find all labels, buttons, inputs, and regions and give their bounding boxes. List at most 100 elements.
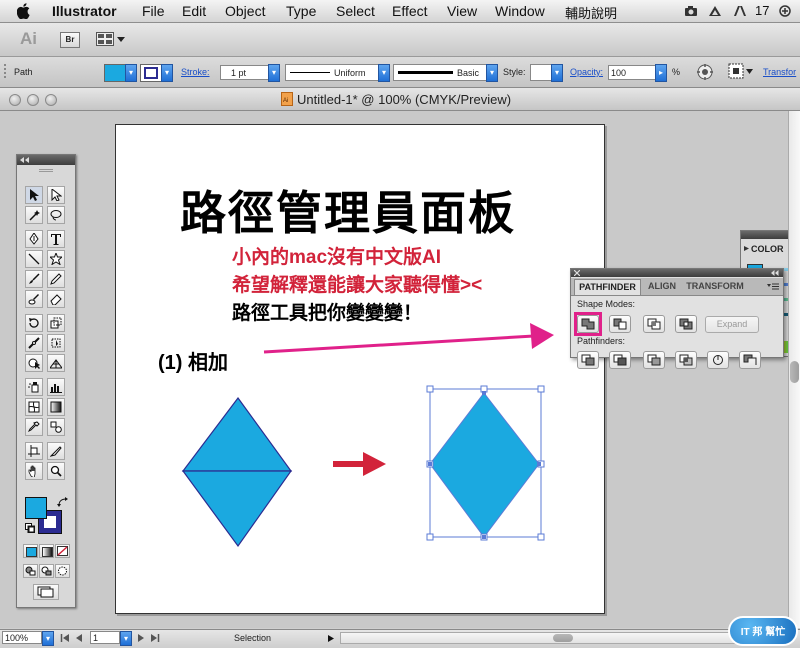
- horizontal-scroll-thumb[interactable]: [553, 634, 573, 642]
- blend-tool[interactable]: [47, 418, 65, 436]
- panel-collapse-icon[interactable]: [744, 246, 749, 251]
- close-window-button[interactable]: [9, 94, 21, 106]
- adobe-icon[interactable]: [733, 5, 747, 17]
- draw-inside-button[interactable]: [55, 564, 70, 578]
- next-artboard-icon[interactable]: [136, 633, 146, 643]
- selection-tool[interactable]: [25, 186, 43, 204]
- chevron-down-icon[interactable]: [117, 37, 125, 42]
- gradient-mode-button[interactable]: [39, 544, 54, 558]
- app-name-menu[interactable]: Illustrator: [52, 3, 117, 19]
- paintbrush-tool[interactable]: [25, 270, 43, 288]
- trim-button[interactable]: [609, 351, 631, 369]
- stroke-dropdown[interactable]: ▾: [161, 64, 173, 82]
- merge-button[interactable]: [643, 351, 665, 369]
- free-transform-tool[interactable]: [47, 334, 65, 352]
- divide-button[interactable]: [577, 351, 599, 369]
- exclude-button[interactable]: [675, 315, 697, 333]
- recolor-artwork-icon[interactable]: [696, 63, 714, 81]
- minus-back-button[interactable]: [739, 351, 761, 369]
- menu-help[interactable]: 輔助說明: [565, 3, 617, 22]
- shape-builder-tool[interactable]: [25, 354, 43, 372]
- zoom-dropdown[interactable]: ▾: [42, 631, 54, 646]
- width-tool[interactable]: [25, 334, 43, 352]
- direct-selection-tool[interactable]: [47, 186, 65, 204]
- color-panel-tab[interactable]: COLOR: [751, 244, 784, 254]
- slice-tool[interactable]: [47, 442, 65, 460]
- intersect-button[interactable]: [643, 315, 665, 333]
- tab-transform[interactable]: TRANSFORM: [685, 279, 745, 294]
- graphic-style-dropdown[interactable]: ▾: [551, 64, 563, 82]
- zoom-tool[interactable]: [47, 462, 65, 480]
- pathfinder-panel-header[interactable]: [571, 269, 783, 277]
- adobe-updater-icon[interactable]: [778, 5, 792, 17]
- menu-object[interactable]: Object: [225, 3, 265, 19]
- column-graph-tool[interactable]: [47, 378, 65, 396]
- pen-tool[interactable]: [25, 230, 43, 248]
- opacity-dropdown[interactable]: ▸: [655, 64, 667, 82]
- type-tool[interactable]: [47, 230, 65, 248]
- align-to-icon[interactable]: [728, 63, 744, 79]
- line-segment-tool[interactable]: [25, 250, 43, 268]
- status-menu-arrow-icon[interactable]: [328, 635, 334, 642]
- none-mode-button[interactable]: [55, 544, 70, 558]
- fill-dropdown[interactable]: ▾: [125, 64, 137, 82]
- arrange-documents-icon[interactable]: [96, 32, 114, 46]
- gradient-tool[interactable]: [47, 398, 65, 416]
- draw-normal-button[interactable]: [23, 564, 38, 578]
- expand-button[interactable]: Expand: [705, 316, 759, 333]
- crop-button[interactable]: [675, 351, 697, 369]
- draw-behind-button[interactable]: [39, 564, 54, 578]
- menu-window[interactable]: Window: [495, 3, 545, 19]
- tab-align[interactable]: ALIGN: [645, 279, 679, 294]
- drive-icon[interactable]: [708, 5, 722, 17]
- vertical-scroll-thumb[interactable]: [790, 361, 799, 383]
- hand-tool[interactable]: [25, 462, 43, 480]
- blob-brush-tool[interactable]: [25, 290, 43, 308]
- rotate-tool[interactable]: [25, 314, 43, 332]
- menu-effect[interactable]: Effect: [392, 3, 428, 19]
- minimize-window-button[interactable]: [27, 94, 39, 106]
- panel-menu-icon[interactable]: [767, 283, 779, 290]
- stroke-color-swatch[interactable]: [140, 64, 162, 82]
- opacity-link[interactable]: Opacity:: [570, 67, 603, 77]
- unite-button[interactable]: [577, 315, 599, 333]
- zoom-level-field[interactable]: 100%: [2, 631, 42, 644]
- artboard-tool[interactable]: [25, 442, 43, 460]
- bridge-button[interactable]: Br: [60, 32, 80, 48]
- previous-artboard-icon[interactable]: [74, 633, 84, 643]
- perspective-grid-tool[interactable]: [47, 354, 65, 372]
- eyedropper-tool[interactable]: [25, 418, 43, 436]
- last-artboard-icon[interactable]: [150, 633, 160, 643]
- minus-front-button[interactable]: [609, 315, 631, 333]
- scale-tool[interactable]: [47, 314, 65, 332]
- transform-link[interactable]: Transfor: [763, 67, 796, 77]
- mesh-tool[interactable]: [25, 398, 43, 416]
- symbol-sprayer-tool[interactable]: [25, 378, 43, 396]
- tab-pathfinder[interactable]: PATHFINDER: [574, 279, 641, 295]
- merged-diamond-after[interactable]: [426, 385, 545, 541]
- camera-icon[interactable]: [684, 5, 698, 17]
- color-mode-button[interactable]: [23, 544, 38, 558]
- menu-select[interactable]: Select: [336, 3, 375, 19]
- menu-edit[interactable]: Edit: [182, 3, 206, 19]
- stroke-link[interactable]: Stroke:: [181, 67, 210, 77]
- default-colors-icon[interactable]: [25, 523, 35, 533]
- artboard-dropdown[interactable]: ▾: [120, 631, 132, 646]
- artboard[interactable]: 路徑管理員面板 小內的mac沒有中文版AI 希望解釋還能讓大家聽得懂>< 路徑工…: [115, 124, 605, 614]
- outline-button[interactable]: [707, 351, 729, 369]
- collapse-panel-icon[interactable]: [20, 157, 30, 163]
- panel-collapse-icon[interactable]: [771, 270, 779, 276]
- star-tool[interactable]: [47, 250, 65, 268]
- profile-dropdown[interactable]: ▾: [378, 64, 390, 82]
- pencil-tool[interactable]: [47, 270, 65, 288]
- vertical-scrollbar[interactable]: [788, 111, 800, 628]
- fill-color-swatch[interactable]: [104, 64, 126, 82]
- align-to-chevron-icon[interactable]: [746, 69, 753, 74]
- brush-dropdown[interactable]: ▾: [486, 64, 498, 82]
- zoom-window-button[interactable]: [45, 94, 57, 106]
- screen-mode-button[interactable]: [33, 584, 59, 600]
- artboard-number-field[interactable]: 1: [90, 631, 120, 644]
- magic-wand-tool[interactable]: [25, 206, 43, 224]
- triangles-before[interactable]: [181, 396, 293, 548]
- apple-icon[interactable]: [17, 3, 31, 19]
